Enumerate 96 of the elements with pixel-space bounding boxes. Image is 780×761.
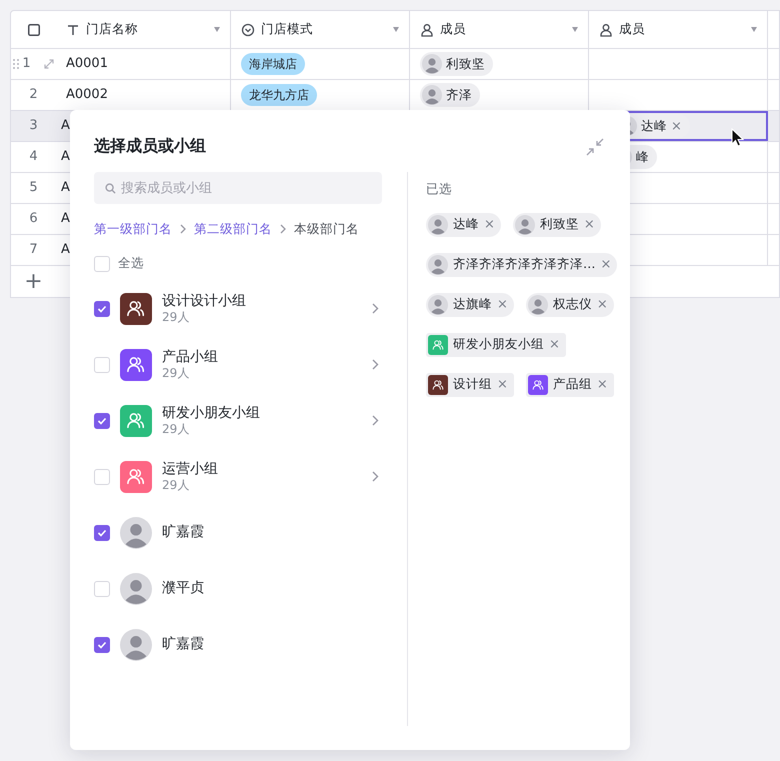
row-number: 4 [29, 148, 38, 166]
table-cell-text: A [61, 210, 70, 228]
remove-button[interactable]: × [600, 258, 612, 272]
member-name: 研发小朋友小组 [162, 404, 261, 422]
dropdown-caret-icon[interactable] [214, 27, 220, 32]
member-name: 旷嘉霞 [162, 636, 205, 654]
chevron-right-icon [372, 303, 379, 314]
search-field[interactable]: 搜索成员或小组 [94, 172, 382, 204]
avatar [428, 214, 448, 235]
remove-button[interactable]: × [484, 218, 495, 232]
avatar [528, 294, 548, 315]
checkmark-icon [97, 416, 107, 425]
member-name: 运营小组 [162, 460, 219, 478]
column-header[interactable]: 成员 [619, 20, 645, 39]
member-chip: 齐泽 [420, 83, 480, 107]
member-name: 设计设计小组 [162, 292, 247, 310]
row-number: 7 [29, 241, 38, 260]
row-number: 1 [22, 55, 31, 74]
table-cell-text: A [61, 179, 70, 198]
table-cell-text: A0001 [66, 55, 108, 74]
selected-chip: 权志仪 × [526, 292, 614, 317]
row-number: 5 [29, 179, 38, 198]
table-cell-text: A [61, 241, 70, 260]
breadcrumb-link[interactable]: 第一级部门名 [94, 220, 172, 239]
avatar [422, 54, 442, 74]
column-header[interactable]: 门店名称 [86, 20, 138, 39]
avatar [120, 572, 152, 605]
checkmark-icon [97, 528, 107, 537]
checkbox[interactable] [94, 300, 110, 317]
store-mode-tag: 海岸城店 [241, 53, 305, 75]
table-cell-text: A [61, 148, 70, 166]
remove-button[interactable]: × [596, 298, 608, 312]
selected-chip: 利致坚 × [512, 212, 601, 237]
mouse-cursor-icon [731, 128, 744, 148]
member-count: 29人 [162, 422, 190, 437]
expand-icon[interactable] [44, 59, 54, 69]
table-cell-text: A [61, 117, 70, 136]
chevron-right-icon [280, 224, 286, 234]
remove-button[interactable]: × [671, 120, 682, 132]
drag-handle-icon[interactable] [13, 59, 19, 69]
checkbox[interactable] [94, 524, 110, 541]
checkmark-icon [97, 640, 107, 649]
member-count: 29人 [162, 310, 190, 325]
chevron-right-icon [372, 359, 379, 370]
avatar [428, 254, 448, 275]
dropdown-caret-icon[interactable] [393, 27, 399, 32]
text-type-icon [66, 22, 80, 36]
chevron-right-icon [180, 224, 186, 234]
member-name: 产品小组 [162, 348, 219, 366]
member-count: 29人 [162, 478, 190, 493]
selected-chip: 达旗峰 × [426, 292, 514, 317]
remove-button[interactable]: × [497, 298, 508, 312]
add-row-button[interactable]: + [24, 270, 43, 292]
breadcrumb-link[interactable]: 第二级部门名 [194, 220, 272, 239]
chevron-right-icon [372, 415, 379, 426]
checkbox[interactable] [28, 24, 40, 36]
selected-chip: 设计组 × [426, 372, 514, 397]
remove-button[interactable]: × [596, 378, 608, 392]
remove-button[interactable]: × [497, 378, 508, 392]
select-all-label: 全选 [118, 254, 144, 272]
collapse-icon[interactable] [586, 138, 604, 156]
person-icon [599, 22, 613, 36]
table-cell-text: A0002 [66, 86, 108, 104]
avatar [422, 85, 442, 105]
row-number: 3 [29, 117, 38, 136]
row-number: 6 [29, 210, 38, 228]
checkbox[interactable] [94, 636, 110, 653]
member-count: 29人 [162, 366, 190, 381]
avatar [120, 628, 152, 661]
avatar [428, 294, 448, 315]
selected-chip: 产品组 × [526, 372, 614, 397]
dropdown-caret-icon[interactable] [751, 27, 757, 32]
row-number: 2 [29, 86, 38, 104]
column-header[interactable]: 门店模式 [261, 20, 313, 39]
remove-button[interactable]: × [549, 338, 560, 352]
avatar [120, 516, 152, 549]
selected-chip: 齐泽齐泽齐泽齐泽齐泽… × [426, 252, 618, 277]
store-mode-tag: 龙华九方店 [241, 84, 317, 106]
selected-chip: 达峰 × [426, 212, 501, 237]
column-header[interactable]: 成员 [440, 20, 466, 39]
member-chip: 利致坚 [420, 52, 493, 76]
checkmark-icon [97, 304, 107, 313]
chevron-right-icon [372, 471, 379, 482]
member-name: 濮平贞 [162, 580, 205, 598]
remove-button[interactable]: × [584, 218, 595, 232]
person-icon [420, 22, 434, 36]
selected-chip: 研发小朋友小组 × [426, 332, 566, 357]
search-icon [105, 183, 116, 194]
dropdown-type-icon [241, 22, 255, 36]
member-name: 旷嘉霞 [162, 524, 205, 542]
checkbox[interactable] [94, 412, 110, 429]
dropdown-caret-icon[interactable] [572, 27, 578, 32]
avatar [514, 214, 535, 235]
selected-heading: 已选 [426, 180, 453, 198]
dialog-title: 选择成员或小组 [94, 135, 206, 157]
breadcrumb-current: 本级部门名 [294, 220, 359, 238]
